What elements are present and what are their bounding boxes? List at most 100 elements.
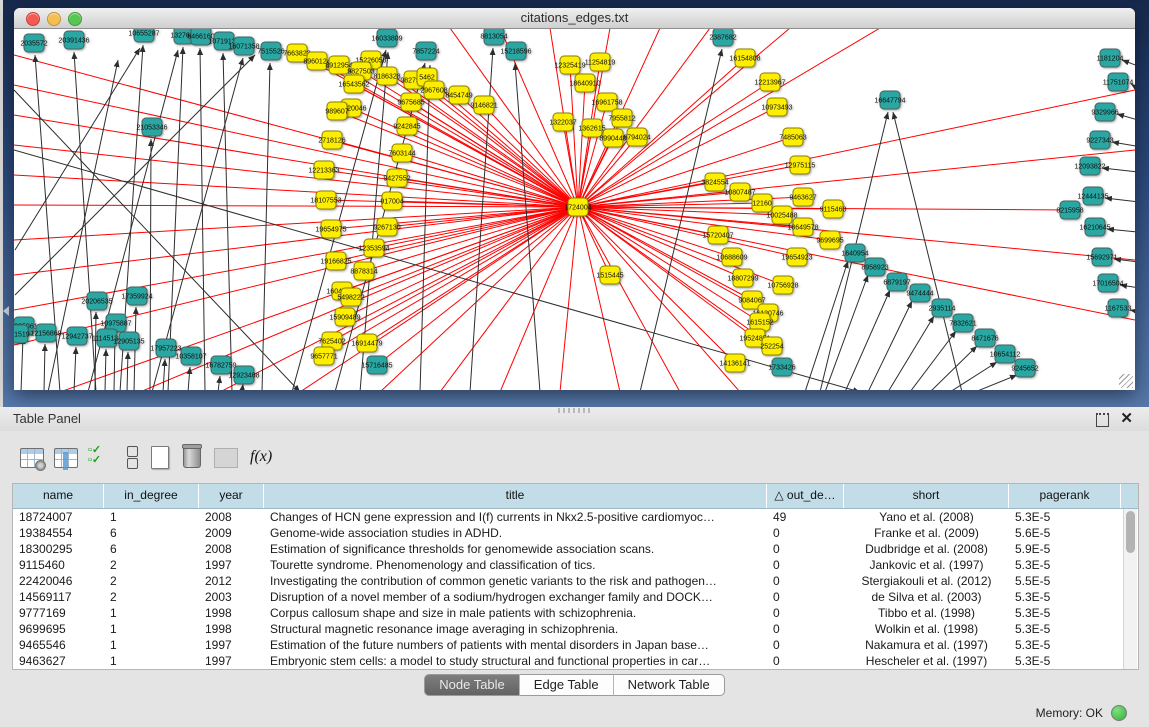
table-settings-button[interactable] [20,445,44,469]
cell-year[interactable]: 2009 [199,525,264,541]
cell-name[interactable]: 14569117 [13,589,104,605]
new-table-button[interactable] [148,445,172,469]
cell-year[interactable]: 1997 [199,637,264,653]
cell-pagerank[interactable]: 5.5E-5 [1009,573,1121,589]
graph-node[interactable]: 2387682 [709,29,736,46]
network-canvas[interactable]: 1724004766382289601248912954152260589827… [14,29,1135,390]
graph-node[interactable]: 10655287 [128,29,159,42]
cell-title[interactable]: Disruption of a novel member of a sodium… [264,589,767,605]
divider-grip-icon[interactable] [558,408,592,413]
cell-out_de[interactable]: 49 [767,509,844,525]
cell-out_de[interactable]: 0 [767,557,844,573]
cell-out_de[interactable]: 0 [767,605,844,621]
graph-node[interactable]: 9267130 [373,218,400,236]
graph-node[interactable]: 9115460 [820,200,847,218]
column-header-pagerank[interactable]: pagerank [1009,484,1121,508]
graph-node[interactable]: 7485063 [779,128,806,146]
network-window-titlebar[interactable]: citations_edges.txt [14,8,1135,29]
table-row[interactable]: 1872400712008Changes of HCN gene express… [13,509,1138,525]
graph-node[interactable]: 16647794 [874,91,905,109]
cell-pagerank[interactable]: 5.3E-5 [1009,509,1121,525]
cell-out_de[interactable]: 0 [767,541,844,557]
delete-table-button[interactable] [180,445,204,469]
cell-in_degree[interactable]: 1 [104,637,199,653]
tab-edge-table[interactable]: Edge Table [520,674,614,696]
column-header-in_degree[interactable]: in_degree [104,484,199,508]
graph-node[interactable]: 20391436 [58,31,89,49]
graph-node[interactable]: 3824554 [701,173,728,191]
cell-in_degree[interactable]: 6 [104,525,199,541]
cell-out_de[interactable]: 0 [767,637,844,653]
graph-node[interactable]: 7955812 [608,109,635,127]
graph-node[interactable]: 12444135 [1077,187,1108,205]
cell-pagerank[interactable]: 5.6E-5 [1009,525,1121,541]
graph-node[interactable]: 15716485 [361,356,392,374]
cell-year[interactable]: 2008 [199,541,264,557]
graph-node[interactable]: 9242845 [393,117,420,135]
table-row[interactable]: 977716911998Corpus callosum shape and si… [13,605,1138,621]
graph-node[interactable]: 931519 [14,325,30,343]
cell-name[interactable]: 18724007 [13,509,104,525]
graph-node[interactable]: 10973493 [761,98,792,116]
graph-node[interactable]: 12942737 [61,327,92,345]
graph-node[interactable]: 9675685 [397,93,424,111]
table-scrollbar-thumb[interactable] [1126,511,1135,553]
cell-in_degree[interactable]: 6 [104,541,199,557]
cell-out_de[interactable]: 0 [767,573,844,589]
graph-node[interactable]: 8958923 [861,258,888,276]
graph-node[interactable]: 16033809 [371,29,402,47]
graph-node[interactable]: 12160 [752,194,772,212]
tab-node-table[interactable]: Node Table [424,674,520,696]
cell-pagerank[interactable]: 5.3E-5 [1009,637,1121,653]
graph-node[interactable]: 14136141 [719,354,750,372]
graph-node[interactable]: 9427552 [383,169,410,187]
graph-node[interactable]: 1362615 [578,119,605,137]
graph-node[interactable]: 8813054 [480,29,507,45]
cell-name[interactable]: 9465546 [13,637,104,653]
cell-out_de[interactable]: 0 [767,621,844,637]
graph-node[interactable]: 9146821 [470,96,497,114]
graph-node[interactable]: 20206535 [81,292,112,310]
graph-node[interactable]: 8186328 [373,67,400,85]
graph-node[interactable]: 10756928 [767,276,798,294]
graph-node[interactable]: 21053346 [136,118,167,136]
cell-in_degree[interactable]: 1 [104,653,199,669]
cell-pagerank[interactable]: 5.9E-5 [1009,541,1121,557]
cell-year[interactable]: 1998 [199,621,264,637]
graph-node[interactable]: 1733426 [768,358,795,376]
graph-node[interactable]: 6879197 [883,273,910,291]
cell-short[interactable]: Nakamura et al. (1997) [844,637,1009,653]
cell-pagerank[interactable]: 5.3E-5 [1009,605,1121,621]
graph-node[interactable]: 11254819 [585,53,616,71]
table-row[interactable]: 1830029562008Estimation of significance … [13,541,1138,557]
cell-title[interactable]: Embryonic stem cells: a model to study s… [264,653,767,669]
graph-node[interactable]: 7857224 [412,42,439,60]
select-columns-button[interactable]: ▫✓ ▫✓ [88,445,112,469]
column-header-title[interactable]: title [264,484,767,508]
cell-title[interactable]: Corpus callosum shape and size in male p… [264,605,767,621]
cell-year[interactable]: 1998 [199,605,264,621]
graph-node[interactable]: 15909489 [329,308,360,326]
cell-short[interactable]: Wolkin et al. (1998) [844,621,1009,637]
table-row[interactable]: 1456911722003Disruption of a novel membe… [13,589,1138,605]
cell-name[interactable]: 18300295 [13,541,104,557]
cell-in_degree[interactable]: 2 [104,589,199,605]
cell-out_de[interactable]: 0 [767,653,844,669]
graph-node[interactable]: 1640954 [841,244,868,262]
cell-year[interactable]: 2008 [199,509,264,525]
cell-year[interactable]: 1997 [199,653,264,669]
graph-node[interactable]: 17016504 [1092,274,1123,292]
cell-pagerank[interactable]: 5.3E-5 [1009,621,1121,637]
cell-name[interactable]: 9115460 [13,557,104,573]
cell-in_degree[interactable]: 1 [104,509,199,525]
cell-title[interactable]: Changes of HCN gene expression and I(f) … [264,509,767,525]
column-header-name[interactable]: name [13,484,104,508]
graph-node[interactable]: 19654923 [781,248,812,266]
resize-grip-icon[interactable] [1119,374,1133,388]
cell-out_de[interactable]: 0 [767,525,844,541]
graph-node[interactable]: 12093822 [1074,157,1105,175]
graph-node[interactable]: 15218596 [500,42,531,60]
cell-title[interactable]: Investigating the contribution of common… [264,573,767,589]
graph-node[interactable]: 1181204 [1097,49,1124,67]
cell-name[interactable]: 9463627 [13,653,104,669]
